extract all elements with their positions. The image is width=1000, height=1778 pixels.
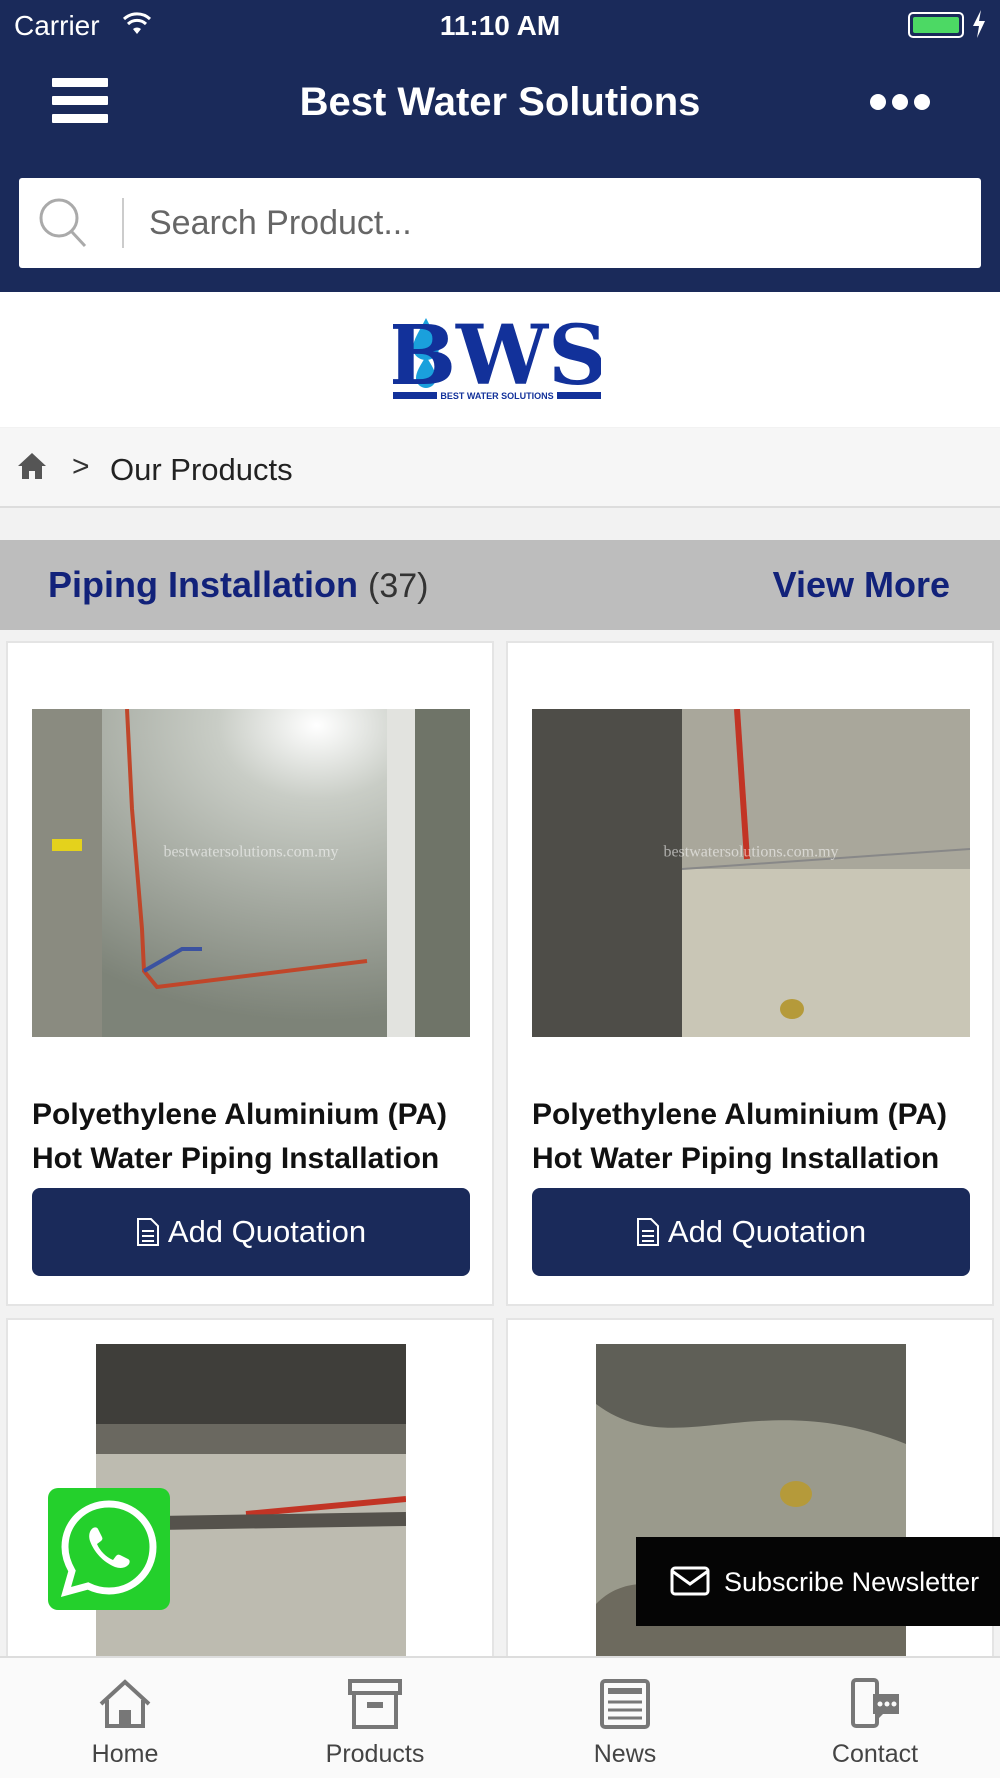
tab-products[interactable]: Products <box>250 1658 500 1778</box>
logo-subtext: BEST WATER SOLUTIONS <box>440 391 553 401</box>
add-quotation-button[interactable]: Add Quotation <box>32 1188 470 1276</box>
subscribe-label: Subscribe Newsletter <box>724 1567 980 1597</box>
search-divider <box>122 198 124 248</box>
tab-label: Contact <box>831 1740 919 1768</box>
image-watermark: bestwatersolutions.com.my <box>163 844 338 861</box>
search-input[interactable] <box>131 178 971 268</box>
tab-label: Products <box>325 1740 425 1768</box>
tab-contact[interactable]: Contact <box>750 1658 1000 1778</box>
product-card[interactable]: bestwatersolutions.com.my Polyethylene A… <box>6 641 494 1306</box>
product-image[interactable]: bestwatersolutions.com.my <box>32 709 470 1037</box>
search-icon <box>39 198 87 248</box>
logo-area: BWS BEST WATER SOLUTIONS <box>0 292 1000 427</box>
product-title-line: Polyethylene Aluminium (PA) <box>532 1098 948 1131</box>
add-quotation-label: Add Quotation <box>667 1214 867 1249</box>
category-title[interactable]: Piping Installation (37) <box>48 564 429 606</box>
more-options-button[interactable] <box>870 94 940 112</box>
breadcrumb-current: Our Products <box>110 452 293 487</box>
phone-chat-icon <box>851 1678 899 1728</box>
nav-bar: Best Water Solutions <box>0 60 1000 145</box>
product-card[interactable]: bestwatersolutions.com.my Polyethylene A… <box>506 641 994 1306</box>
add-quotation-button[interactable]: Add Quotation <box>532 1188 970 1276</box>
status-time: 11:10 AM <box>439 10 561 41</box>
search-bar <box>19 178 981 268</box>
product-title-line: Hot Water Piping Installation <box>32 1142 440 1175</box>
status-bar: Carrier 11:10 AM <box>0 0 1000 50</box>
category-header: Piping Installation (37) View More <box>0 540 1000 630</box>
mail-icon <box>670 1566 710 1596</box>
home-icon[interactable] <box>17 452 47 480</box>
product-image[interactable]: bestwatersolutions.com.my <box>532 709 970 1037</box>
tab-label: News <box>593 1740 657 1768</box>
breadcrumb-separator: > <box>72 450 90 483</box>
whatsapp-icon <box>60 1500 157 1598</box>
document-icon <box>636 1218 659 1246</box>
home-icon <box>99 1679 151 1728</box>
product-title-line: Hot Water Piping Installation <box>532 1142 940 1175</box>
newspaper-icon <box>600 1679 650 1729</box>
breadcrumb: > Our Products <box>0 428 1000 508</box>
category-count: (37) <box>368 567 429 605</box>
bws-logo: BWS BEST WATER SOLUTIONS <box>393 312 601 404</box>
product-title[interactable]: Polyethylene Aluminium (PA) Hot Water Pi… <box>532 1093 972 1181</box>
category-name: Piping Installation <box>48 564 359 605</box>
battery-icon <box>908 12 964 38</box>
subscribe-newsletter-button[interactable]: Subscribe Newsletter <box>636 1537 1000 1626</box>
page-title: Best Water Solutions <box>299 80 701 124</box>
tab-label: Home <box>91 1740 159 1768</box>
whatsapp-button[interactable] <box>48 1488 170 1610</box>
product-title-line: Polyethylene Aluminium (PA) <box>32 1098 448 1131</box>
add-quotation-label: Add Quotation <box>167 1214 367 1249</box>
tab-home[interactable]: Home <box>0 1658 250 1778</box>
product-title[interactable]: Polyethylene Aluminium (PA) Hot Water Pi… <box>32 1093 472 1181</box>
charging-icon <box>973 10 985 38</box>
view-more-link[interactable]: View More <box>773 564 950 606</box>
app-header: Carrier 11:10 AM Best Water Solutions <box>0 0 1000 292</box>
tab-news[interactable]: News <box>500 1658 750 1778</box>
box-icon <box>348 1679 402 1729</box>
bottom-tab-bar: Home Products News Contact <box>0 1656 1000 1778</box>
image-watermark: bestwatersolutions.com.my <box>663 844 838 861</box>
document-icon <box>136 1218 159 1246</box>
